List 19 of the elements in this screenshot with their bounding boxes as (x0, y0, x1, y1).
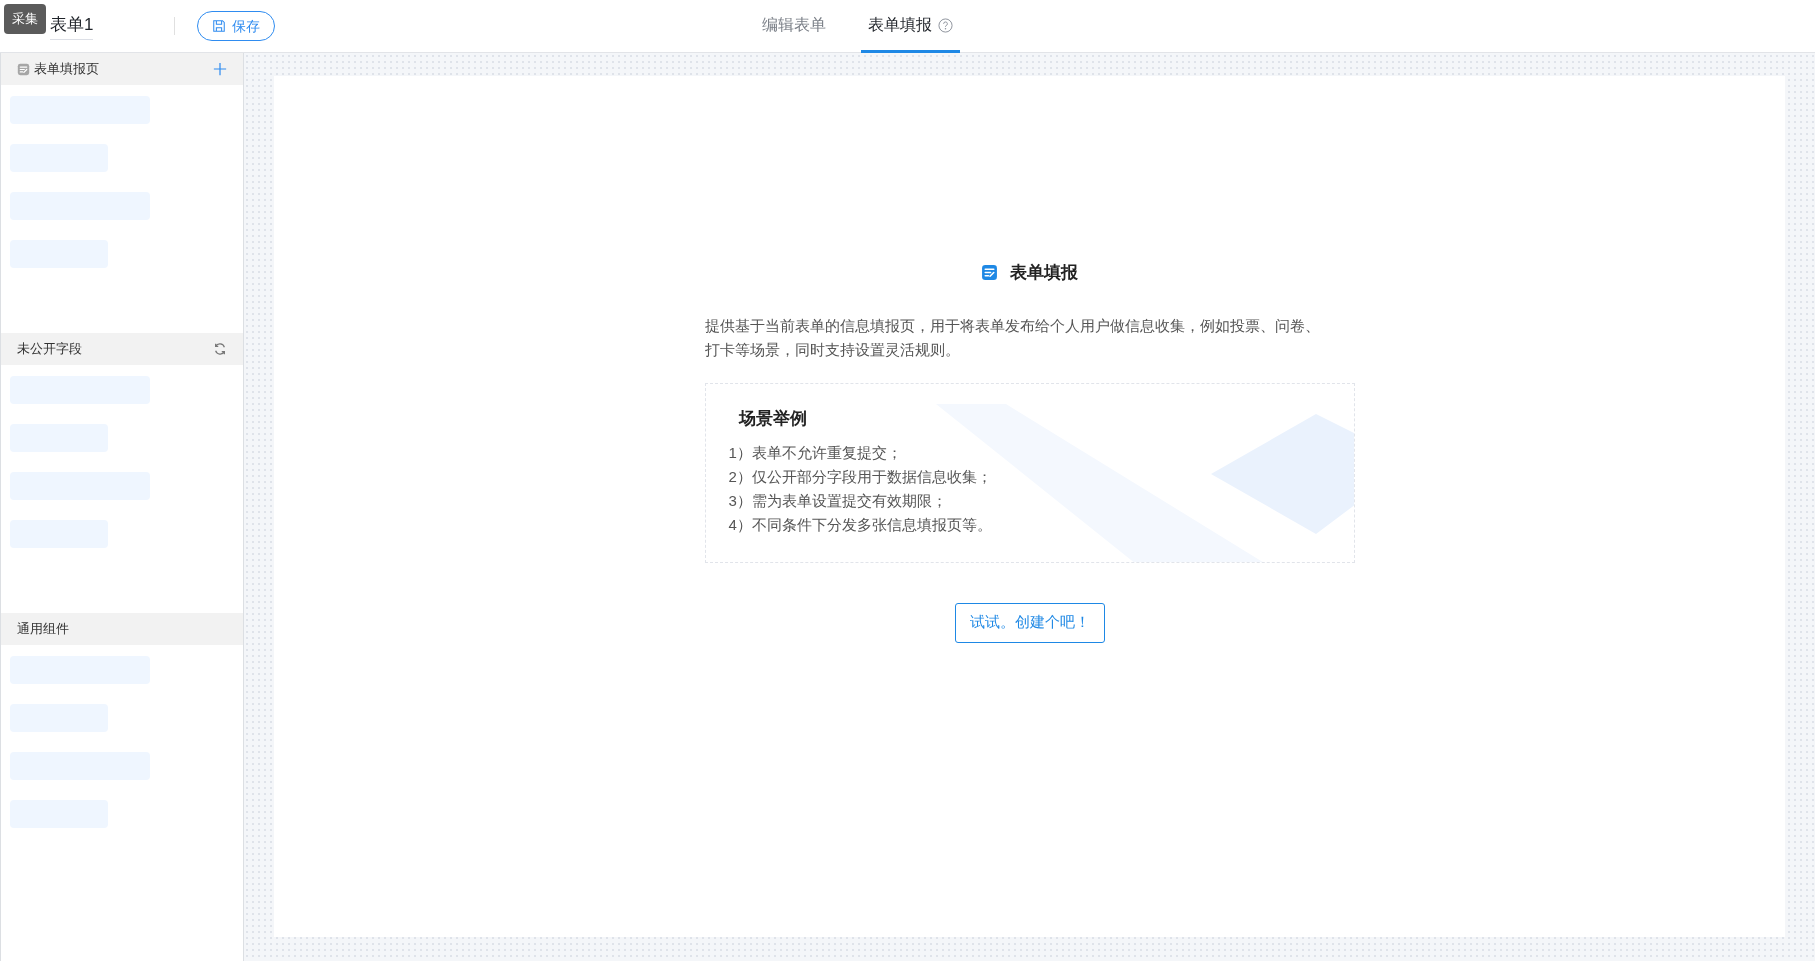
example-item: 4）不同条件下分发多张信息填报页等。 (728, 515, 993, 535)
examples-title: 场景举例 (738, 407, 808, 430)
intro-title: 表单填报 (1010, 262, 1078, 284)
form-title[interactable]: 表单1 (50, 11, 94, 41)
refresh-icon[interactable] (213, 342, 227, 356)
collect-badge: 采集 (4, 4, 46, 34)
create-button[interactable]: 试试。创建个吧！ (954, 602, 1105, 643)
save-icon (212, 19, 226, 33)
section-title: 通用组件 (17, 620, 70, 639)
tab[interactable]: 编辑表单 (755, 0, 833, 53)
example-item: 3）需为表单设置提交有效期限； (728, 491, 948, 511)
add-icon[interactable] (213, 62, 227, 76)
intro-description: 提供基于当前表单的信息填报页，用于将表单发布给个人用户做信息收集，例如投票、问卷、打卡等场景，同时支持设置灵活规则。 (704, 315, 1321, 360)
example-item: 1）表单不允许重复提交； (728, 443, 903, 463)
section-title: 表单填报页 (34, 60, 100, 79)
help-icon[interactable] (938, 17, 953, 33)
example-item: 2）仅公开部分字段用于数据信息收集； (728, 467, 993, 487)
form-icon (981, 264, 998, 282)
section-title: 未公开字段 (17, 340, 83, 359)
